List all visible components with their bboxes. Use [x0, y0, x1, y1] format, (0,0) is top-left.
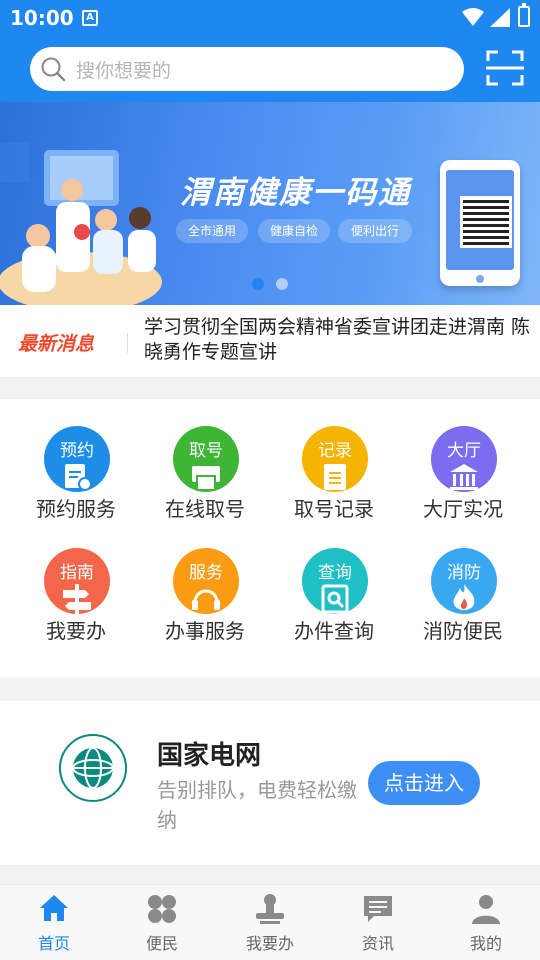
- service-icon-badge: 指南: [44, 548, 110, 614]
- service-icon-text: 服务: [189, 563, 223, 583]
- service-item[interactable]: 消防 消防便民: [398, 521, 528, 643]
- service-item[interactable]: 记录 取号记录: [269, 399, 399, 521]
- service-label: 办件查询: [294, 619, 374, 643]
- search-doc-icon: [321, 584, 349, 614]
- service-label: 消防便民: [423, 619, 503, 643]
- banner-tag: 健康自检: [258, 219, 330, 243]
- service-icon-text: 指南: [60, 563, 94, 583]
- phone-home-button: [476, 275, 484, 283]
- tab-label: 资讯: [361, 934, 394, 953]
- service-label: 取号记录: [294, 497, 374, 521]
- tab-label: 首页: [37, 934, 70, 953]
- search-input[interactable]: 搜你想要的: [30, 47, 464, 91]
- news-headline[interactable]: 学习贯彻全国两会精神省委宣讲团走进渭南 陈晓勇作专题宣讲: [144, 315, 532, 365]
- tab-item[interactable]: 我的: [432, 885, 540, 960]
- service-icon-badge: 消防: [431, 548, 497, 614]
- building-icon: [450, 464, 478, 490]
- banner-tag: 便利出行: [338, 219, 412, 243]
- service-icon-text: 预约: [60, 441, 94, 461]
- service-icon-text: 取号: [189, 441, 223, 461]
- service-grid: 预约 预约服务 取号 在线取号 记录 取号记录 大厅 大厅实况 指南 我要办 服务 办事服务 查询 办件查…: [0, 399, 540, 678]
- calendar-doc-icon: [65, 464, 91, 491]
- service-icon-text: 大厅: [447, 441, 481, 461]
- service-label: 我要办: [46, 619, 106, 643]
- search-icon: [41, 57, 66, 82]
- enter-button[interactable]: 点击进入: [368, 761, 480, 805]
- status-bar: 10:00 A: [0, 0, 540, 36]
- phone-screen: [446, 170, 514, 270]
- service-item[interactable]: 服务 办事服务: [140, 521, 270, 643]
- tab-label: 我要办: [245, 934, 294, 953]
- stamp-icon: [256, 894, 284, 924]
- tab-item[interactable]: 我要办: [216, 885, 324, 960]
- user-icon: [472, 895, 500, 924]
- battery-icon: [518, 3, 530, 27]
- wifi-icon: [462, 8, 484, 26]
- tab-item[interactable]: 首页: [0, 885, 108, 960]
- flame-icon: [453, 584, 475, 610]
- qr-code-icon: [460, 196, 512, 248]
- status-time: 10:00: [10, 6, 74, 30]
- service-icon-badge: 服务: [173, 548, 239, 614]
- state-grid-card[interactable]: 国家电网 告别排队，电费轻松缴纳 点击进入: [0, 701, 540, 865]
- service-label: 预约服务: [36, 497, 116, 521]
- service-icon-badge: 记录: [302, 426, 368, 492]
- banner-title: 渭南健康一码通: [180, 175, 411, 211]
- promo-title: 国家电网: [157, 741, 262, 771]
- signpost-icon: [63, 584, 91, 614]
- tab-item[interactable]: 资讯: [324, 885, 432, 960]
- service-item[interactable]: 查询 办件查询: [269, 521, 399, 643]
- news-tag: 最新消息: [18, 333, 95, 355]
- carousel-dot-active[interactable]: [252, 278, 264, 290]
- tab-label: 便民: [145, 934, 178, 953]
- app-header: 10:00 A 搜你想要的: [0, 0, 540, 102]
- phone-illustration: [440, 160, 520, 286]
- service-label: 大厅实况: [423, 497, 503, 521]
- grid-icon: [148, 895, 176, 923]
- service-item[interactable]: 取号 在线取号: [140, 399, 270, 521]
- message-icon: [364, 896, 392, 922]
- service-icon-text: 记录: [318, 441, 352, 461]
- news-ticker[interactable]: 最新消息 学习贯彻全国两会精神省委宣讲团走进渭南 陈晓勇作专题宣讲: [0, 305, 540, 377]
- signal-icon: [490, 8, 510, 27]
- service-icon-text: 查询: [318, 563, 352, 583]
- service-item[interactable]: 预约 预约服务: [11, 399, 141, 521]
- service-label: 在线取号: [165, 497, 245, 521]
- promo-description: 告别排队，电费轻松缴纳: [157, 778, 357, 832]
- news-divider: [127, 333, 128, 353]
- service-label: 办事服务: [165, 619, 245, 643]
- tab-item[interactable]: 便民: [108, 885, 216, 960]
- service-icon-badge: 预约: [44, 426, 110, 492]
- service-icon-badge: 查询: [302, 548, 368, 614]
- service-icon-text: 消防: [447, 563, 481, 583]
- scan-icon[interactable]: [486, 50, 524, 86]
- search-placeholder: 搜你想要的: [76, 60, 172, 82]
- banner-tag: 全市通用: [176, 219, 248, 243]
- promo-banner[interactable]: 渭南健康一码通 全市通用 健康自检 便利出行: [0, 102, 540, 305]
- service-icon-badge: 取号: [173, 426, 239, 492]
- service-item[interactable]: 大厅 大厅实况: [398, 399, 528, 521]
- service-icon-badge: 大厅: [431, 426, 497, 492]
- medical-staff-illustration: [0, 142, 162, 305]
- tab-label: 我的: [469, 934, 502, 953]
- carousel-dot[interactable]: [276, 278, 288, 290]
- bottom-tab-bar: 首页 便民 我要办 资讯 我的: [0, 884, 540, 960]
- service-item[interactable]: 指南 我要办: [11, 521, 141, 643]
- clipboard-icon: [324, 464, 346, 490]
- headset-icon: [192, 589, 220, 610]
- ticket-machine-icon: [192, 466, 220, 491]
- state-grid-logo: [59, 734, 127, 802]
- notification-icon: A: [82, 10, 98, 26]
- home-icon: [40, 895, 68, 921]
